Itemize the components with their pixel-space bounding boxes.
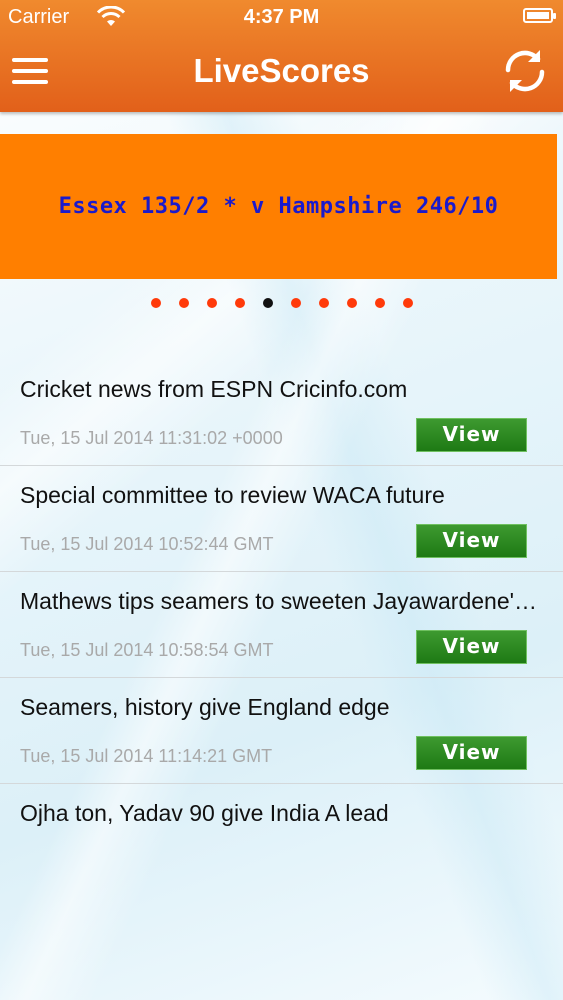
news-headline: Cricket news from ESPN Cricinfo.com xyxy=(20,376,408,402)
clock: 4:37 PM xyxy=(243,6,320,28)
page-dot[interactable] xyxy=(346,298,357,308)
page-dot[interactable] xyxy=(234,298,245,308)
list-item[interactable]: Seamers, history give England edge Tue, … xyxy=(0,678,563,784)
list-item[interactable]: Cricket news from ESPN Cricinfo.com Tue,… xyxy=(0,360,563,466)
page-indicator[interactable] xyxy=(0,298,563,312)
page-dot[interactable] xyxy=(374,298,385,308)
page-dot[interactable] xyxy=(262,298,273,308)
navigation-bar: Carrier 4:37 PM LiveScores xyxy=(0,0,563,112)
refresh-icon[interactable] xyxy=(500,46,550,96)
page-dot[interactable] xyxy=(178,298,189,308)
view-button[interactable]: View xyxy=(416,736,527,770)
score-banner[interactable]: Essex 135/2 * v Hampshire 246/10 xyxy=(0,134,557,279)
news-headline: Seamers, history give England edge xyxy=(20,694,390,720)
news-headline: Ojha ton, Yadav 90 give India A lead xyxy=(20,800,389,826)
page-title: LiveScores xyxy=(193,52,370,89)
battery-icon xyxy=(523,8,556,23)
view-button[interactable]: View xyxy=(416,418,527,452)
score-banner-text: Essex 135/2 * v Hampshire 246/10 xyxy=(58,194,499,219)
news-headline: Special committee to review WACA future xyxy=(20,482,445,508)
page-dot[interactable] xyxy=(206,298,217,308)
news-headline: Mathews tips seamers to sweeten Jayaward… xyxy=(20,588,545,614)
list-item[interactable]: Ojha ton, Yadav 90 give India A lead xyxy=(0,784,563,854)
page-dot[interactable] xyxy=(290,298,301,308)
status-bar: Carrier 4:37 PM xyxy=(0,0,563,36)
page-dot[interactable] xyxy=(402,298,413,308)
page-dot[interactable] xyxy=(150,298,161,308)
news-list: Cricket news from ESPN Cricinfo.com Tue,… xyxy=(0,360,563,854)
page-dot[interactable] xyxy=(318,298,329,308)
news-date: Tue, 15 Jul 2014 10:52:44 GMT xyxy=(20,534,274,554)
news-date: Tue, 15 Jul 2014 11:14:21 GMT xyxy=(20,746,273,766)
list-item[interactable]: Mathews tips seamers to sweeten Jayaward… xyxy=(0,572,563,678)
view-button[interactable]: View xyxy=(416,630,527,664)
list-item[interactable]: Special committee to review WACA future … xyxy=(0,466,563,572)
view-button[interactable]: View xyxy=(416,524,527,558)
news-date: Tue, 15 Jul 2014 10:58:54 GMT xyxy=(20,640,274,660)
news-date: Tue, 15 Jul 2014 11:31:02 +0000 xyxy=(20,428,283,448)
